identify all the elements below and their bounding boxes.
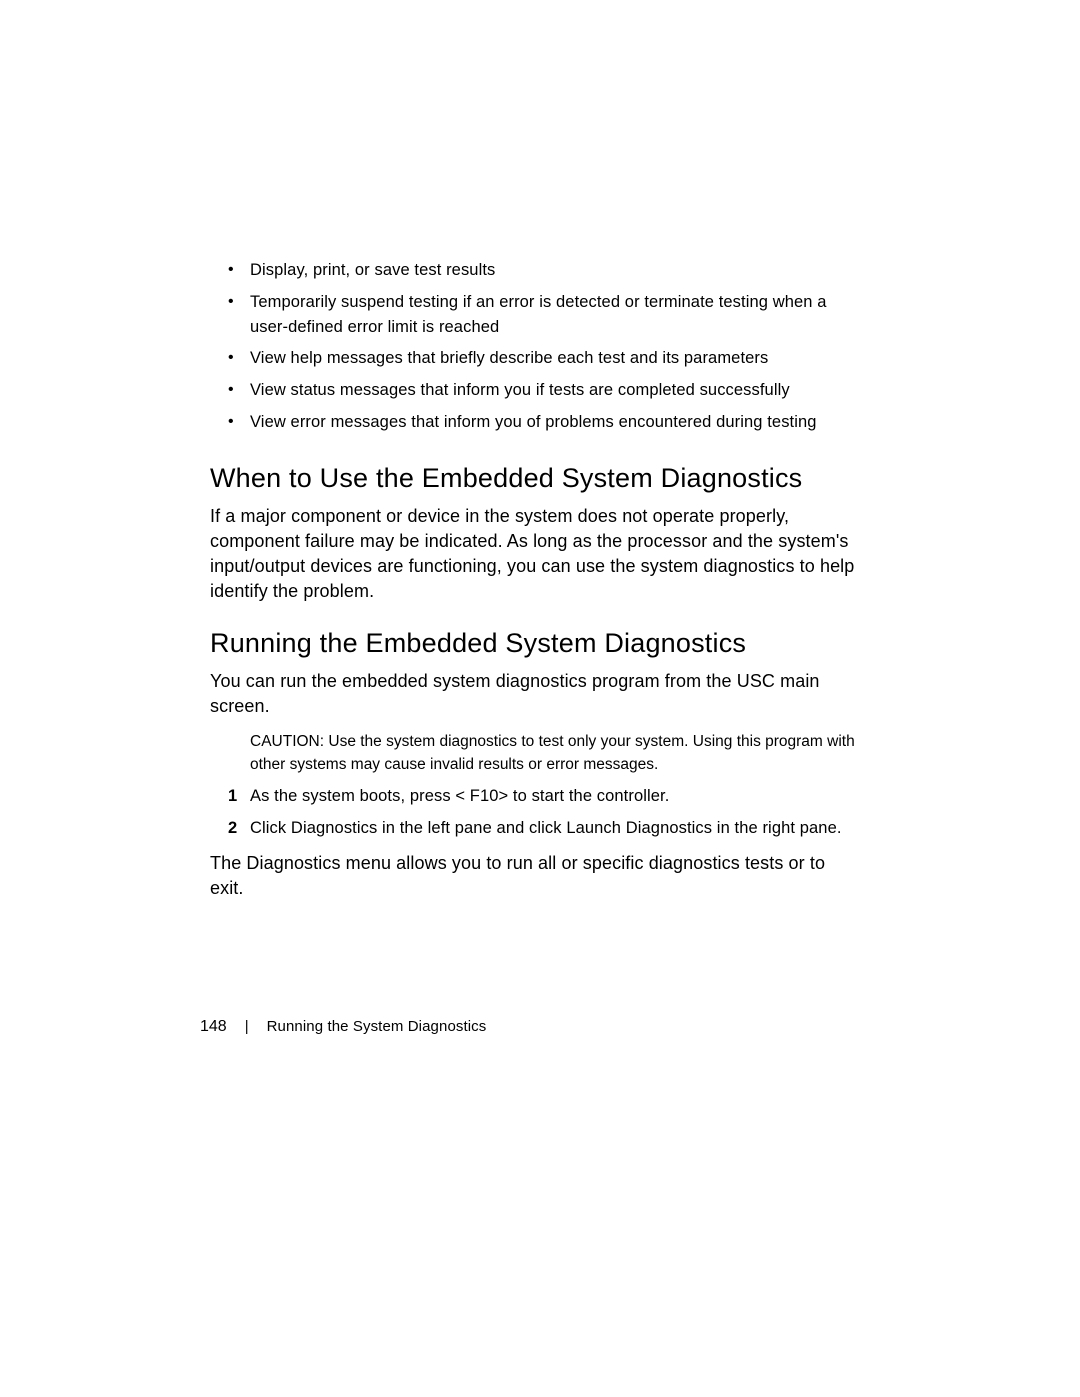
section-heading-running: Running the Embedded System Diagnostics <box>210 628 860 659</box>
steps-list: 1 As the system boots, press < F10> to st… <box>210 784 860 841</box>
list-item: Display, print, or save test results <box>250 258 860 283</box>
list-item: 1As the system boots, press < F10> to st… <box>250 784 860 809</box>
step-number: 2 <box>228 816 237 841</box>
step-text: As the system boots, press < F10> to sta… <box>250 787 669 805</box>
page-number: 148 <box>200 1018 227 1036</box>
step-number: 1 <box>228 784 237 809</box>
list-item: Temporarily suspend testing if an error … <box>250 290 860 340</box>
footer-divider: | <box>245 1018 249 1035</box>
page-footer: 148 | Running the System Diagnostics <box>200 1018 486 1036</box>
list-item: View error messages that inform you of p… <box>250 410 860 435</box>
section-heading-when-to-use: When to Use the Embedded System Diagnost… <box>210 463 860 494</box>
caution-label: CAUTION: <box>250 733 324 750</box>
body-paragraph: If a major component or device in the sy… <box>210 504 860 605</box>
footer-chapter-title: Running the System Diagnostics <box>267 1018 487 1035</box>
step-text: Click Diagnostics in the left pane and c… <box>250 819 842 837</box>
list-item: View help messages that briefly describe… <box>250 346 860 371</box>
page-content: Display, print, or save test results Tem… <box>210 258 860 911</box>
body-paragraph: You can run the embedded system diagnost… <box>210 669 860 719</box>
list-item: 2Click Diagnostics in the left pane and … <box>250 816 860 841</box>
list-item: View status messages that inform you if … <box>250 378 860 403</box>
feature-bullet-list: Display, print, or save test results Tem… <box>210 258 860 435</box>
caution-text: Use the system diagnostics to test only … <box>250 733 855 773</box>
body-paragraph: The Diagnostics menu allows you to run a… <box>210 851 860 901</box>
caution-block: CAUTION: Use the system diagnostics to t… <box>250 730 860 777</box>
